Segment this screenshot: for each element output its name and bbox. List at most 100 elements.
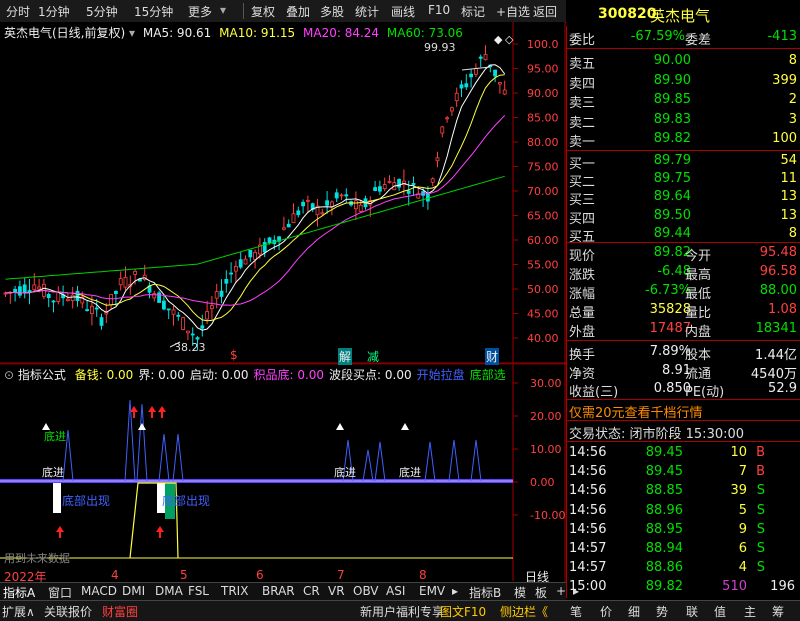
ask-row[interactable]: 卖一 89.82 100 (567, 130, 800, 150)
bottom-bar-item[interactable]: 笔 (570, 603, 582, 620)
bottom-bar-item[interactable]: 联 (686, 603, 698, 620)
candle-body (344, 194, 349, 197)
indicator-tab[interactable]: CR (303, 584, 320, 598)
bid-row[interactable]: 买二 89.75 11 (567, 170, 800, 190)
reduce-marker[interactable]: 减 (367, 348, 379, 365)
candle-body (185, 330, 190, 334)
ask-row[interactable]: 卖三 89.85 2 (567, 91, 800, 111)
fundamental-row: 换手 7.89% 股本 1.44亿 (569, 344, 797, 363)
indicator-tab[interactable]: ASI (386, 584, 405, 598)
statistics-button[interactable]: 统计 (355, 3, 379, 20)
indicator-name[interactable]: 指标公式 (18, 368, 66, 382)
weibi-value: -67.59% (630, 29, 685, 44)
report-marker[interactable]: 财 (485, 348, 500, 365)
f10-button[interactable]: F10 (428, 3, 450, 17)
indicator-tab[interactable]: DMI (122, 584, 145, 598)
indicator-value-5: 开始拉盘 (416, 368, 465, 382)
draw-line-button[interactable]: 画线 (391, 3, 415, 20)
candle-body (166, 308, 171, 311)
bottom-bar-item[interactable]: 侧边栏《 (500, 603, 548, 620)
indicator-tab[interactable]: DMA (155, 584, 183, 598)
candle-body (454, 92, 459, 102)
fuquan-button[interactable]: 复权 (251, 3, 275, 20)
bottom-bar-item[interactable]: 新用户福利专享 (360, 603, 444, 620)
dividend-marker[interactable]: $ (230, 348, 238, 362)
tick-row: 14:56 88.95 9 S (569, 521, 765, 537)
period-5min-tab[interactable]: 5分钟 (86, 3, 118, 20)
ma5-label: MA5: 90.61 (142, 26, 212, 40)
back-button[interactable]: 返回 (533, 3, 557, 20)
indicator-tab[interactable]: 窗口 (48, 584, 72, 601)
indicator-tab[interactable]: MACD (81, 584, 117, 598)
indicator-label: 底进 (44, 430, 66, 443)
indicator-tab[interactable]: 模 (514, 584, 526, 601)
indicator-tab[interactable]: + (556, 584, 566, 598)
candle-body (497, 82, 502, 85)
overlay-button[interactable]: 叠加 (286, 3, 310, 20)
indicator-tab[interactable]: TRIX (221, 584, 248, 598)
period-fenshi-tab[interactable]: 分时 (6, 3, 30, 20)
collapse-icon[interactable]: ⊙ (4, 368, 14, 382)
bottom-bar-item[interactable]: 财富圈 (102, 603, 138, 620)
indicator-tab[interactable]: VR (328, 584, 345, 598)
candle-body (464, 83, 469, 88)
bottom-bar-item[interactable]: 扩展∧ (2, 603, 35, 620)
candle-body (157, 292, 162, 303)
candle-body (440, 126, 445, 134)
indicator-legend: ⊙ 指标公式 备钱: 0.00 界: 0.00 启动: 0.00 积品底: 0.00 波… (4, 366, 506, 383)
bottom-bar-item[interactable]: 值 (714, 603, 726, 620)
indicator-tab[interactable]: ▸ (452, 584, 458, 598)
indicator-tab[interactable]: BRAR (262, 584, 295, 598)
bottom-bar-item[interactable]: 关联报价 (44, 603, 92, 620)
bottom-bar-item[interactable]: 筹 (772, 603, 784, 620)
indicator-tabs: 指标A 窗口 MACD DMI DMA FSL TRIX BRAR CR VR OBV ASI EMV ▸… (0, 582, 579, 601)
indicator-tab[interactable]: OBV (353, 584, 379, 598)
period-more-tab[interactable]: 更多 (188, 3, 212, 20)
bid-row[interactable]: 买四 89.50 13 (567, 207, 800, 227)
ask-row[interactable]: 卖五 90.00 8 (567, 52, 800, 72)
promo-link[interactable]: 仅需20元查看千档行情 (569, 402, 703, 421)
indicator-tab[interactable]: FSL (188, 584, 209, 598)
stock-name: 英杰电气 (650, 7, 711, 25)
indicator-tab[interactable]: 指标A (3, 584, 35, 601)
bottom-bar-item[interactable]: 主 (744, 603, 756, 620)
bottom-bar: 扩展∧ 关联报价 财富圈 新用户福利专享 图文F10 侧边栏《 笔 价细势 联值 主筹 (0, 600, 800, 621)
nav-diamond-icon[interactable]: ◆ (494, 33, 503, 46)
ask-row[interactable]: 卖四 89.90 399 (567, 72, 800, 92)
add-watchlist-button[interactable]: +自选 (496, 3, 530, 20)
period-1min-tab[interactable]: 1分钟 (38, 3, 70, 20)
period-15min-tab[interactable]: 15分钟 (134, 3, 173, 20)
candle-body (445, 117, 450, 120)
bottom-bar-item[interactable]: 势 (656, 603, 668, 620)
candle-body (46, 294, 51, 299)
candle-body (118, 278, 123, 286)
bottom-bar-item[interactable]: 价 (600, 603, 612, 620)
unlock-marker[interactable]: 解 (338, 348, 353, 365)
bid-row[interactable]: 买一 89.79 54 (567, 152, 800, 172)
indicator-tab[interactable]: EMV (419, 584, 445, 598)
month-label: 4 (111, 568, 119, 582)
chevron-down-icon[interactable]: ▾ (220, 3, 226, 17)
bottom-bar-item[interactable]: 细 (628, 603, 640, 620)
ask-row[interactable]: 卖二 89.83 3 (567, 111, 800, 131)
indicator-tick-label: 20.00 (530, 410, 562, 423)
month-label: 8 (419, 568, 427, 582)
stock-code: 300820 (598, 6, 657, 22)
nav-diamond-icon[interactable]: ◇ (505, 33, 514, 46)
bottom-bar-item[interactable]: 图文F10 (440, 603, 486, 620)
multi-stock-button[interactable]: 多股 (320, 3, 344, 20)
fundamental-row: 净资 8.91 流通 4540万 (569, 362, 797, 382)
level-volume: 399 (772, 72, 797, 88)
indicator-tab[interactable]: 板 (535, 584, 547, 601)
ma20-label: MA20: 84.24 (303, 26, 380, 40)
candle-body (473, 68, 478, 75)
indicator-tab[interactable]: 指标B (469, 584, 501, 601)
chart-legend: 英杰电气(日线,前复权) ▾ MA5: 90.61 MA10: 91.15 MA… (4, 24, 463, 41)
indicator-tick-label: -10.00 (530, 509, 565, 522)
bid-row[interactable]: 买三 89.64 13 (567, 188, 800, 208)
price-tick-label: 50.00 (527, 283, 559, 296)
candle-body (325, 200, 330, 206)
mark-button[interactable]: 标记 (461, 3, 485, 20)
dropdown-icon[interactable]: ▾ (129, 26, 135, 40)
candle-body (248, 249, 253, 258)
